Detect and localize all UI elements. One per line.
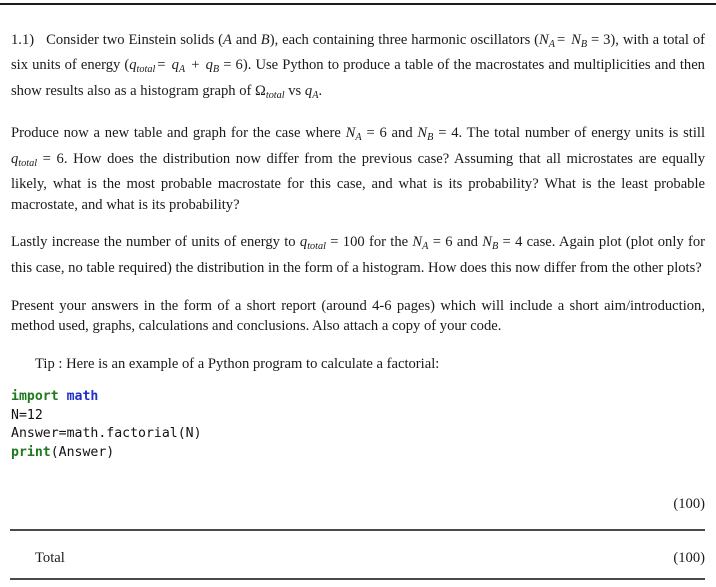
p3-sub-a: A [422, 241, 429, 253]
p1-sub-a2: A [178, 64, 186, 76]
p1-vs: vs [284, 82, 305, 99]
p3-sub-b: B [491, 241, 499, 253]
p1-sub-b: B [580, 38, 588, 50]
p3-nb: N [482, 234, 492, 251]
total-marks: (100) [673, 550, 705, 566]
code-print-args: (Answer) [50, 445, 115, 461]
tip-line: Tip : Here is an example of a Python pro… [35, 355, 440, 372]
p2-eq-q: = 6. How does the distribution now diffe… [11, 150, 705, 213]
paragraph-question-1-1: 1.1) Consider two Einstein solids (A and … [11, 30, 705, 106]
p1-math-na: N [539, 32, 549, 48]
p1-period: . [318, 82, 323, 99]
total-row: Total (100) [10, 548, 705, 569]
code-keyword-import: import [11, 389, 59, 405]
total-rule-bottom [10, 578, 705, 580]
paragraph-question-2: Produce now a new table and graph for th… [11, 123, 705, 215]
code-line-assign-n: N=12 [11, 407, 43, 423]
p1-sub-total: total [136, 64, 156, 76]
p2-eq-b: = 4. The total number of energy units is… [438, 125, 706, 142]
code-line-assign-answer: Answer=math.factorial(N) [11, 426, 202, 442]
p1-math-q: q [129, 57, 137, 74]
p3-sub-total: total [307, 241, 326, 253]
question-body: 1.1) Consider two Einstein solids (A and … [11, 30, 705, 463]
code-module-math: math [66, 389, 99, 405]
p1-seg2: and [231, 32, 261, 48]
p1-math-nb: N [571, 32, 581, 48]
p1-seg1: Consider two Einstein solids ( [46, 32, 224, 48]
p1-seg3: ), each containing three harmonic oscill… [269, 32, 540, 48]
p1-sub-total2: total [265, 89, 285, 101]
p1-var-a: A [223, 32, 232, 48]
p2-nb: N [417, 125, 428, 142]
p1-omega: Ω [255, 82, 266, 99]
p3-eq-q: = 100 for the [330, 234, 413, 251]
p3-eq-a: = 6 and [432, 234, 483, 251]
p1-math-qb: q [205, 57, 213, 74]
paragraph-question-3: Lastly increase the number of units of e… [11, 232, 705, 278]
p1-eq3: = [157, 57, 166, 74]
p1-math-qa: q [171, 57, 179, 74]
p2-eq-a: = 6 and [366, 125, 418, 142]
code-block-factorial-example: import math N=12 Answer=math.factorial(N… [11, 388, 705, 462]
p1-plus: + [191, 57, 200, 74]
p2-sub-b: B [427, 132, 434, 144]
p2-na: N [345, 125, 356, 142]
p2-seg1: Produce now a new table and graph for th… [11, 125, 346, 142]
question-number: 1.1) [11, 32, 35, 48]
p1-eq1: = [557, 32, 566, 48]
p1-var-b: B [260, 32, 270, 48]
p2-sub-total: total [18, 157, 38, 169]
p1-sub-b2: B [212, 64, 220, 76]
paragraph-report-instructions: Present your answers in the form of a sh… [11, 297, 705, 335]
p2-sub-a: A [355, 132, 362, 144]
total-label: Total [35, 550, 65, 566]
total-rule-top [10, 529, 705, 531]
p3-na: N [412, 234, 423, 251]
code-function-print: print [11, 445, 51, 461]
page-top-divider [0, 3, 716, 5]
p3-seg1: Lastly increase the number of units of e… [11, 234, 300, 251]
question-marks: (100) [673, 496, 705, 512]
